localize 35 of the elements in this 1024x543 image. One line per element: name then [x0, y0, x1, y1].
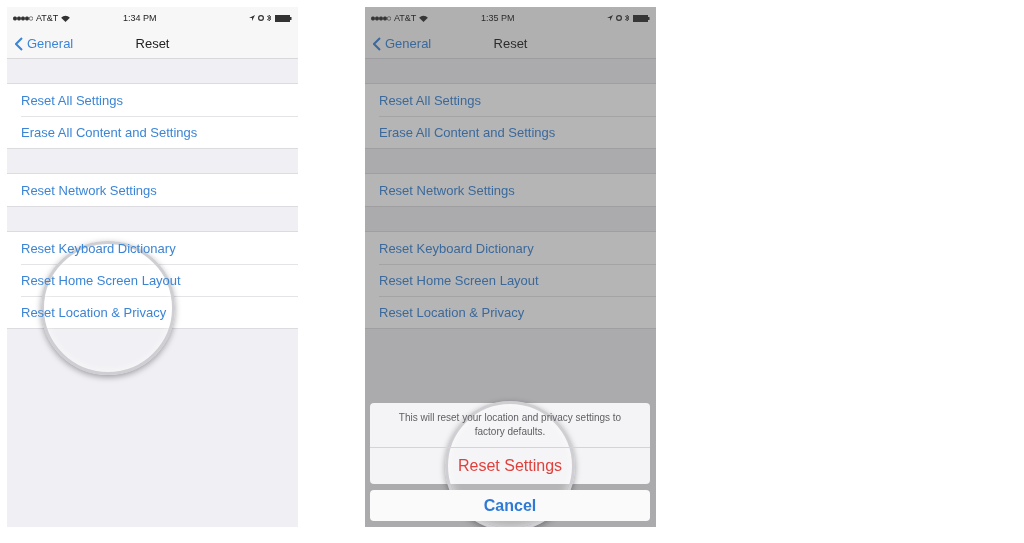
carrier-name: AT&T: [36, 13, 59, 23]
settings-item[interactable]: Reset Location & Privacy: [379, 305, 525, 320]
location-arrow-icon: [607, 15, 613, 21]
sheet-message: This will reset your location and privacy settings to factory defaults.: [397, 411, 623, 439]
nav-title: Reset: [135, 36, 170, 51]
reset-settings-button[interactable]: Reset Settings: [370, 447, 650, 484]
settings-item[interactable]: Reset Home Screen Layout: [379, 273, 539, 288]
wifi-icon: [419, 14, 429, 22]
nav-title: Reset: [493, 36, 528, 51]
bluetooth-icon: [267, 14, 272, 22]
settings-item[interactable]: Reset All Settings: [21, 92, 123, 108]
bluetooth-icon: [625, 14, 630, 22]
battery-icon: [633, 14, 650, 22]
status-time: 1:35 PM: [479, 13, 516, 23]
location-arrow-icon: [249, 15, 255, 21]
settings-item[interactable]: Reset Keyboard Dictionary: [21, 240, 176, 256]
alarm-icon: [616, 15, 622, 21]
back-button[interactable]: General: [7, 35, 80, 52]
signal-icon: [13, 15, 33, 21]
signal-icon: [371, 15, 391, 21]
status-time: 1:34 PM: [121, 13, 158, 23]
battery-icon: [275, 14, 292, 22]
settings-item[interactable]: Erase All Content and Settings: [21, 125, 198, 140]
chevron-left-icon: [373, 36, 381, 51]
chevron-left-icon: [15, 36, 23, 51]
wifi-icon: [61, 14, 71, 22]
settings-item[interactable]: Reset Location & Privacy: [21, 305, 167, 320]
settings-item[interactable]: Erase All Content and Settings: [379, 125, 556, 140]
settings-item[interactable]: Reset Keyboard Dictionary: [379, 240, 534, 256]
alarm-icon: [258, 15, 264, 21]
back-button[interactable]: General: [365, 35, 438, 52]
cancel-button[interactable]: Cancel: [370, 490, 650, 521]
settings-item[interactable]: Reset All Settings: [379, 92, 481, 108]
carrier-name: AT&T: [394, 13, 417, 23]
settings-item[interactable]: Reset Home Screen Layout: [21, 273, 181, 288]
